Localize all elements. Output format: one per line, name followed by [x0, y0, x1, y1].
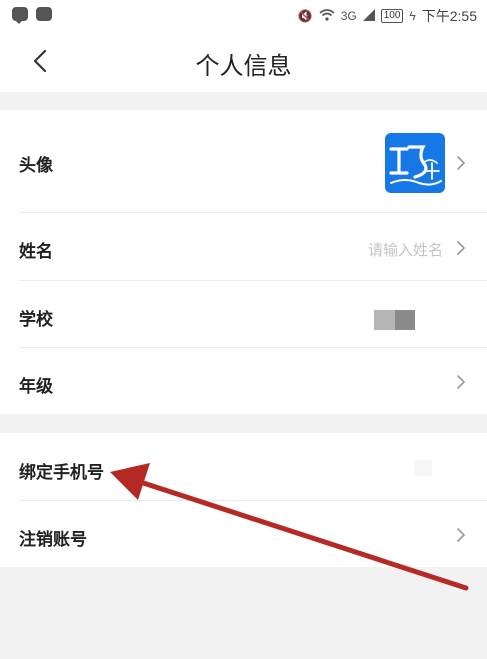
mute-icon: 🔇	[297, 9, 313, 23]
battery-indicator: 100	[380, 9, 404, 23]
account-group: 绑定手机号 注销账号	[0, 433, 487, 567]
page-title: 个人信息	[195, 53, 292, 80]
name-row[interactable]: 姓名 请输入姓名	[0, 213, 487, 280]
notification-icons	[12, 7, 52, 24]
chevron-right-icon	[457, 156, 466, 170]
name-input[interactable]: 请输入姓名	[368, 239, 443, 260]
status-bar: 🔇 3G 100 ϟ 下午2:55	[0, 0, 487, 30]
profile-info-group: 头像 姓名 请输入姓名 学校 年级	[0, 110, 487, 414]
chevron-right-icon	[457, 375, 466, 389]
app-logo-icon	[389, 145, 442, 186]
grade-row[interactable]: 年级	[0, 348, 487, 414]
status-indicators: 🔇 3G 100 ϟ 下午2:55	[298, 6, 477, 26]
phone-value-redacted	[414, 460, 432, 476]
cancel-account-row[interactable]: 注销账号	[0, 501, 487, 567]
chevron-right-icon	[457, 528, 466, 542]
school-label: 学校	[19, 310, 53, 329]
nav-header: 个人信息	[0, 30, 487, 92]
chevron-right-icon	[457, 241, 466, 255]
school-value-redacted	[395, 310, 415, 330]
bind-phone-row[interactable]: 绑定手机号	[0, 433, 487, 500]
school-value-redacted	[374, 310, 395, 330]
bind-phone-label: 绑定手机号	[19, 463, 104, 482]
network-type: 3G	[340, 9, 357, 23]
chat-bubble-icon	[12, 7, 28, 24]
clock: 下午2:55	[421, 8, 477, 24]
avatar-label: 头像	[19, 156, 53, 175]
name-label: 姓名	[19, 242, 53, 261]
cancel-account-label: 注销账号	[19, 530, 87, 549]
app-notification-icon	[36, 7, 52, 21]
school-row[interactable]: 学校	[0, 281, 487, 347]
signal-icon	[362, 8, 375, 24]
grade-label: 年级	[19, 377, 53, 396]
charging-icon: ϟ	[409, 9, 416, 23]
avatar-row[interactable]: 头像	[0, 110, 487, 212]
avatar	[385, 133, 445, 193]
wifi-icon	[319, 8, 335, 24]
